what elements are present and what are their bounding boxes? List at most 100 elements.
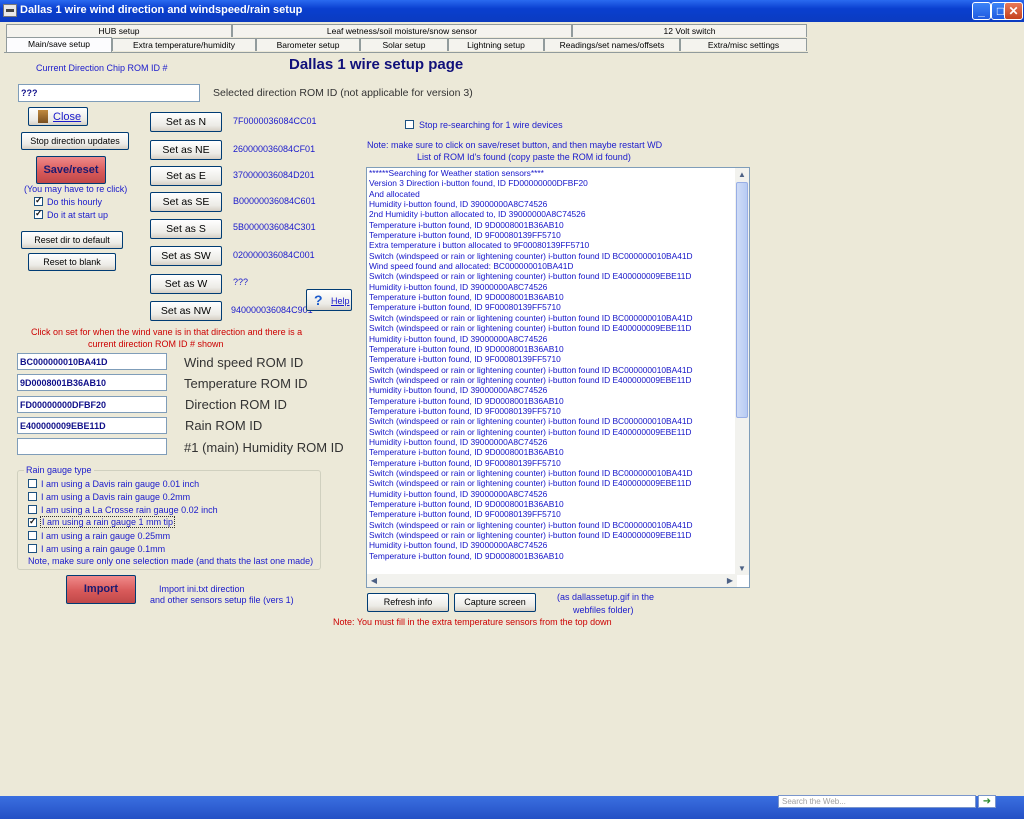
close-icon[interactable]: ✕ — [1004, 2, 1023, 20]
tab-main-save-setup[interactable]: Main/save setup — [6, 37, 112, 52]
rom-e: 370000036084D201 — [233, 170, 315, 180]
sensor-line: Switch (windspeed or rain or lightening … — [369, 364, 693, 375]
current-direction-field[interactable]: ??? — [18, 84, 200, 102]
sensor-list[interactable]: ******Searching for Weather station sens… — [366, 167, 750, 588]
tab-extra-misc[interactable]: Extra/misc settings — [680, 38, 807, 51]
sensor-line: Temperature i-button found, ID 9D0008001… — [369, 343, 564, 354]
set-w-button[interactable]: Set as W — [150, 274, 222, 294]
vertical-scrollbar[interactable]: ▲ ▼ — [735, 168, 749, 575]
humidity-rom-field[interactable] — [17, 438, 167, 455]
rain-option-2-checkbox[interactable] — [28, 505, 37, 514]
horizontal-scrollbar[interactable]: ◀ ▶ — [367, 574, 737, 587]
scroll-up-icon[interactable]: ▲ — [735, 168, 749, 181]
tab-leaf-wetness[interactable]: Leaf wetness/soil moisture/snow sensor — [232, 24, 572, 37]
search-go-icon[interactable]: ➜ — [978, 795, 996, 808]
reset-blank-button[interactable]: Reset to blank — [28, 253, 116, 271]
sensor-line: Switch (windspeed or rain or lightening … — [369, 530, 692, 541]
page-title: Dallas 1 wire setup page — [289, 56, 464, 73]
sensor-line: Temperature i-button found, ID 9F0008013… — [369, 354, 561, 365]
direction-rom-field[interactable]: FD00000000DFBF20 — [17, 396, 167, 413]
rain-rom-field[interactable]: E400000009EBE11D — [17, 417, 167, 434]
capture-screen-button[interactable]: Capture screen — [454, 593, 536, 612]
set-nw-button[interactable]: Set as NW — [150, 301, 222, 321]
set-se-button[interactable]: Set as SE — [150, 192, 222, 212]
rom-se: B00000036084C601 — [233, 196, 316, 206]
tab-lightning[interactable]: Lightning setup — [448, 38, 544, 51]
rain-option-4-checkbox[interactable] — [28, 531, 37, 540]
rain-rom-label: Rain ROM ID — [185, 418, 263, 433]
set-e-button[interactable]: Set as E — [150, 166, 222, 186]
sensor-line: Wind speed found and allocated: BC000000… — [369, 261, 574, 272]
selected-direction-label: Selected direction ROM ID (not applicabl… — [213, 87, 473, 99]
sensor-line: Humidity i-button found, ID 39000000A8C7… — [369, 436, 548, 447]
sensor-line: Temperature i-button found, ID 9F0008013… — [369, 230, 561, 241]
tab-barometer[interactable]: Barometer setup — [256, 38, 360, 51]
save-reset-button[interactable]: Save/reset — [36, 156, 106, 184]
sensor-lines: ******Searching for Weather station sens… — [369, 168, 735, 568]
rom-n: 7F0000036084CC01 — [233, 116, 317, 126]
stop-research-label: Stop re-searching for 1 wire devices — [419, 120, 563, 130]
current-chip-label: Current Direction Chip ROM ID # — [36, 63, 168, 73]
do-hourly-label: Do this hourly — [47, 197, 103, 207]
rain-option-1-checkbox[interactable] — [28, 492, 37, 501]
do-hourly-checkbox[interactable] — [34, 195, 43, 206]
minimize-icon[interactable]: _ — [972, 2, 991, 20]
tab-extra-temperature[interactable]: Extra temperature/humidity — [112, 38, 256, 51]
scroll-left-icon[interactable]: ◀ — [367, 574, 381, 587]
help-icon: ? — [314, 292, 323, 308]
sensor-line: Switch (windspeed or rain or lightening … — [369, 416, 693, 427]
refresh-info-button[interactable]: Refresh info — [367, 593, 449, 612]
scroll-right-icon[interactable]: ▶ — [723, 574, 737, 587]
stop-direction-updates-button[interactable]: Stop direction updates — [21, 132, 129, 150]
do-startup-label: Do it at start up — [47, 210, 109, 220]
bottom-note: Note: You must fill in the extra tempera… — [333, 617, 612, 627]
scroll-down-icon[interactable]: ▼ — [735, 562, 749, 575]
sensor-line: Temperature i-button found, ID 9F0008013… — [369, 302, 561, 313]
tab-solar[interactable]: Solar setup — [360, 38, 448, 51]
sensor-line: Humidity i-button found, ID 39000000A8C7… — [369, 488, 548, 499]
set-n-button[interactable]: Set as N — [150, 112, 222, 132]
tab-readings[interactable]: Readings/set names/offsets — [544, 38, 680, 51]
sensor-line: Humidity i-button found, ID 39000000A8C7… — [369, 540, 548, 551]
sensor-line: Temperature i-button found, ID 9F0008013… — [369, 457, 561, 468]
rain-option-2-label: I am using a La Crosse rain gauge 0.02 i… — [41, 505, 218, 515]
door-icon — [38, 110, 48, 123]
capture-note-line1: (as dallassetup.gif in the — [557, 592, 655, 602]
direction-rom-label: Direction ROM ID — [185, 397, 287, 412]
set-s-button[interactable]: Set as S — [150, 219, 222, 239]
rain-option-3-checkbox[interactable] — [28, 516, 37, 527]
temperature-rom-field[interactable]: 9D0008001B36AB10 — [17, 374, 167, 391]
sensor-line: Humidity i-button found, ID 39000000A8C7… — [369, 199, 548, 210]
tab-hub-setup[interactable]: HUB setup — [6, 24, 232, 37]
sensor-line: Switch (windspeed or rain or lightening … — [369, 478, 692, 489]
click-note-line2: current direction ROM ID # shown — [88, 339, 224, 349]
stop-research-checkbox[interactable] — [405, 120, 414, 129]
import-button[interactable]: Import — [66, 575, 136, 604]
sensor-line: Temperature i-button found, ID 9D0008001… — [369, 395, 564, 406]
rain-option-4-label: I am using a rain gauge 0.25mm — [41, 531, 171, 541]
capture-note-line2: webfiles folder) — [573, 605, 634, 615]
click-note-line1: Click on set for when the wind vane is i… — [31, 327, 303, 337]
set-ne-button[interactable]: Set as NE — [150, 140, 222, 160]
rain-option-3-label: I am using a rain gauge 1 mm tip — [40, 516, 176, 528]
close-button[interactable]: Close — [28, 107, 88, 126]
web-search-input[interactable]: Search the Web... — [778, 795, 976, 808]
sensor-line: Temperature i-button found, ID 9F0008013… — [369, 405, 561, 416]
window-title: Dallas 1 wire wind direction and windspe… — [20, 4, 303, 16]
sensor-line: 2nd Humidity i-button allocated to, ID 3… — [369, 209, 586, 220]
scroll-thumb[interactable] — [736, 182, 748, 418]
tab-12-volt-switch[interactable]: 12 Volt switch — [572, 24, 807, 37]
do-startup-checkbox[interactable] — [34, 208, 43, 219]
rain-option-0-checkbox[interactable] — [28, 479, 37, 488]
sensor-line: Temperature i-button found, ID 9D0008001… — [369, 550, 564, 561]
help-button[interactable]: ? Help — [306, 289, 352, 311]
sensor-line: Version 3 Direction i-button found, ID F… — [369, 178, 588, 189]
rom-w: ??? — [233, 277, 249, 287]
wind-speed-rom-field[interactable]: BC000000010BA41D — [17, 353, 167, 370]
reset-dir-default-button[interactable]: Reset dir to default — [21, 231, 123, 249]
rain-option-5-checkbox[interactable] — [28, 544, 37, 553]
sensor-line: Temperature i-button found, ID 9D0008001… — [369, 292, 564, 303]
import-note-line2: and other sensors setup file (vers 1) — [150, 595, 294, 605]
sensor-line: Switch (windspeed or rain or lightening … — [369, 250, 693, 261]
set-sw-button[interactable]: Set as SW — [150, 246, 222, 266]
